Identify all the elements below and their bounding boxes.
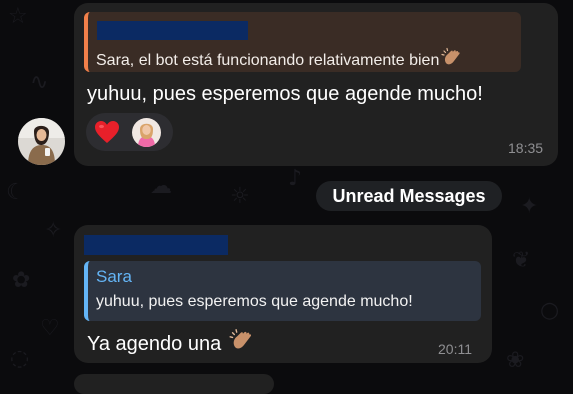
doodle-heart-icon: ♡ — [40, 316, 60, 341]
message-text-2: Ya agendo una — [87, 328, 255, 360]
doodle-sparkle-icon: ✧ — [44, 218, 63, 243]
doodle-sun-icon: ☼ — [230, 184, 250, 209]
reply-quote-2-text: yuhuu, pues esperemos que agende mucho! — [96, 293, 413, 310]
doodle-leaf-icon: ❦ — [512, 248, 531, 273]
sender-avatar-image — [18, 118, 65, 165]
reply-quote-2[interactable]: Sara yuhuu, pues esperemos que agende mu… — [84, 261, 481, 321]
message-bubble-3-partial[interactable] — [74, 374, 274, 394]
message-text-2-value: Ya agendo una — [87, 333, 222, 355]
doodle-cloud-icon: ☁ — [150, 174, 172, 199]
doodle-swirl-icon: ∿ — [30, 70, 49, 95]
reactions-bar[interactable] — [86, 113, 173, 151]
redacted-sender-name — [97, 21, 248, 40]
doodle-flower2-icon: ❀ — [506, 348, 525, 373]
reply-quote-1-text: Sara, el bot está funcionando relativame… — [96, 47, 463, 75]
message-bubble-1[interactable]: Sara, el bot está funcionando relativame… — [74, 3, 558, 166]
clapping-hands-icon — [229, 328, 255, 360]
doodle-star2-icon: ✦ — [520, 194, 539, 219]
doodle-bulb-icon: ◌ — [10, 346, 30, 371]
reply-quote-1-text-value: Sara, el bot está funcionando relativame… — [96, 52, 440, 69]
doodle-moon-icon: ☾ — [6, 180, 26, 205]
sender-avatar[interactable] — [18, 118, 65, 165]
redacted-sender-name — [84, 235, 228, 255]
reply-quote-2-name: Sara — [96, 267, 132, 286]
message-text-1: yuhuu, pues esperemos que agende mucho! — [87, 83, 483, 105]
message-time-1: 18:35 — [508, 140, 544, 156]
doodle-flower-icon: ✿ — [12, 268, 31, 293]
reactor-avatar-image — [132, 117, 161, 147]
message-bubble-2[interactable]: Sara yuhuu, pues esperemos que agende mu… — [74, 225, 492, 363]
reply-quote-1[interactable]: Sara, el bot está funcionando relativame… — [84, 12, 521, 72]
clapping-hands-icon — [441, 47, 463, 75]
message-time-2: 20:11 — [438, 341, 472, 357]
unread-messages-label: Unread Messages — [332, 186, 486, 206]
doodle-star-icon: ☆ — [8, 4, 28, 29]
doodle-circle-icon: ○ — [540, 298, 560, 323]
unread-messages-divider: Unread Messages — [316, 181, 502, 211]
doodle-note-icon: ♪ — [288, 166, 303, 191]
reactor-avatar[interactable] — [132, 117, 161, 147]
red-heart-icon[interactable] — [92, 117, 122, 147]
